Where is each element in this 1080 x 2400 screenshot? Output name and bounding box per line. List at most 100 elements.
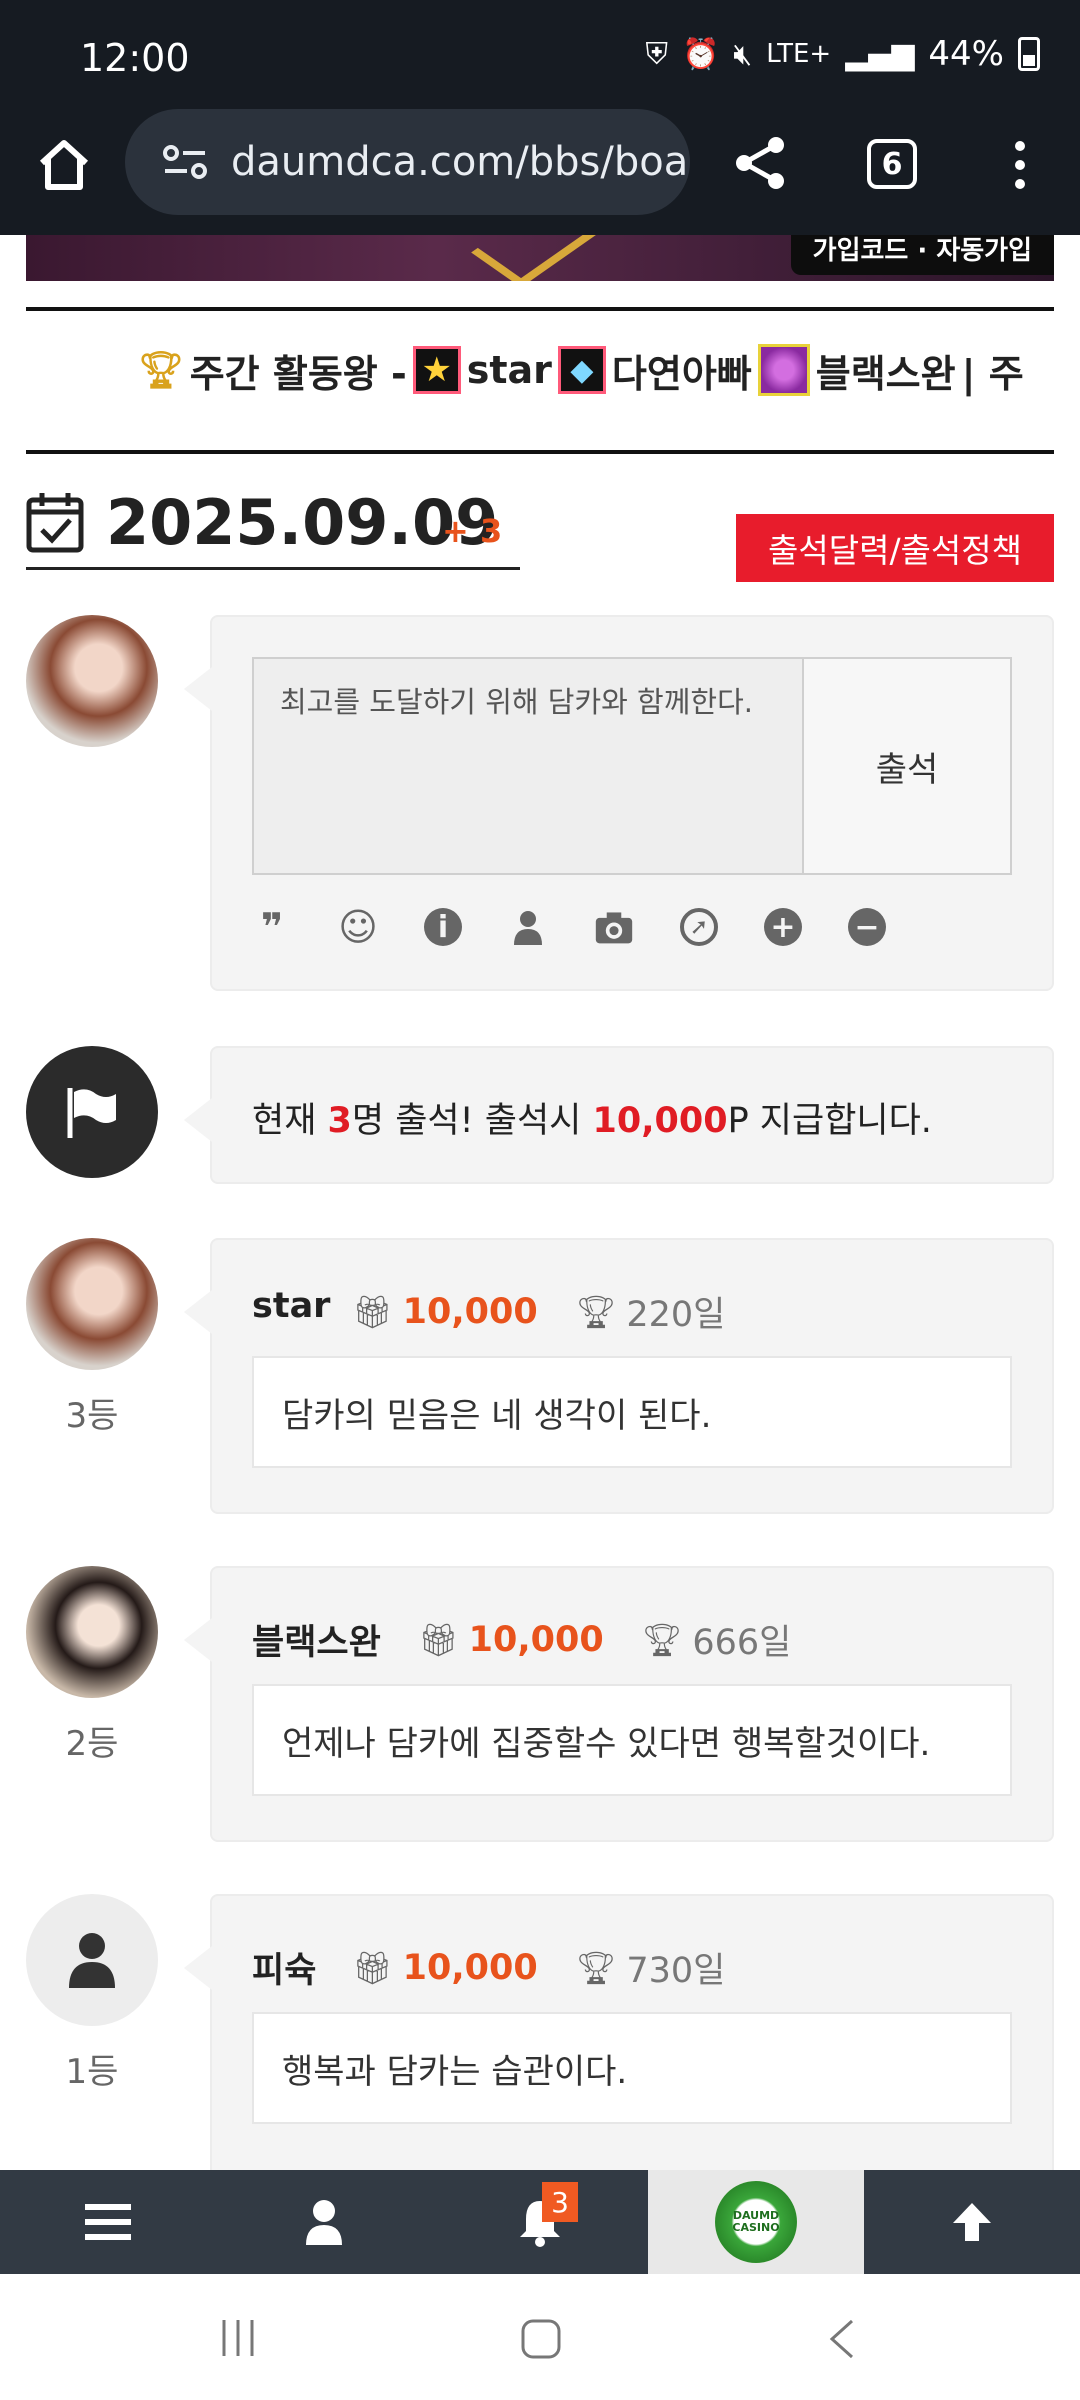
entry-points: 10,000 (402, 1947, 538, 1988)
nav-notifications-button[interactable] (432, 2170, 648, 2274)
user-icon[interactable] (508, 907, 548, 947)
attendance-notice: 현재 3명 출석! 출석시 10,000P 지급합니다. (252, 1101, 932, 1141)
bottom-navigation: 3 DAUMD CASINO (0, 2170, 1080, 2274)
entry-days: 220일 (626, 1295, 726, 1335)
entry-points: 10,000 (468, 1619, 604, 1660)
attendance-message-input[interactable]: 최고를 도달하기 위해 담카와 함께한다. (252, 657, 804, 875)
user-icon (306, 2200, 342, 2245)
address-bar[interactable]: daumdca.com/bbs/boa (125, 109, 690, 215)
entry-days: 666일 (692, 1623, 792, 1663)
composer-toolbar: ❞ ☺ i ➚ + − (252, 907, 886, 947)
network-label: LTE+ (766, 39, 832, 69)
add-icon[interactable]: + (764, 908, 802, 946)
user-avatar[interactable] (26, 1566, 158, 1698)
username[interactable]: 피슉 (252, 1942, 316, 1993)
attendee-count: 3 (327, 1101, 352, 1141)
nav-profile-button[interactable] (216, 2170, 432, 2274)
entry-meta: 🎁︎ 10,000 🏆︎ 730일 (352, 1942, 725, 1993)
hamburger-icon (85, 2204, 131, 2240)
mute-icon: 🔇︎ (733, 36, 753, 72)
status-time: 12:00 (80, 36, 190, 80)
recent-apps-icon[interactable] (218, 2318, 258, 2358)
username[interactable]: 블랙스완 (252, 1614, 381, 1665)
system-navigation-bar (0, 2274, 1080, 2400)
attendance-entry-card: 피슉 🎁︎ 10,000 🏆︎ 730일 행복과 담카는 습관이다. (184, 1894, 1054, 2184)
compass-icon[interactable]: ➚ (680, 908, 718, 946)
quote-icon[interactable]: ❞ (252, 907, 292, 947)
attendance-rank: 3등 (65, 1396, 119, 1436)
attendance-rank: 1등 (65, 2052, 119, 2092)
reward-points: 10,000 (592, 1101, 728, 1141)
entry-message: 행복과 담카는 습관이다. (252, 2012, 1012, 2124)
ticker-separator: | 주 (961, 351, 1024, 396)
weekly-activity-ticker: 🏆︎ 주간 활동왕 - ★ star ◆ 다연아빠 블랙스완 | 주 (138, 340, 1024, 400)
username[interactable]: star (252, 1286, 330, 1326)
attendance-notice-card: 현재 3명 출석! 출석시 10,000P 지급합니다. (184, 1046, 1054, 1184)
entry-meta: 🎁︎ 10,000 🏆︎ 220일 (352, 1286, 725, 1337)
camera-icon[interactable] (594, 907, 634, 947)
attend-submit-button[interactable]: 출석 (802, 657, 1012, 875)
more-menu-icon[interactable] (1000, 135, 1040, 195)
security-icon: ⛨ (645, 36, 668, 72)
entry-days: 730일 (626, 1951, 726, 1991)
entry-message: 담카의 믿음은 네 생각이 된다. (252, 1356, 1012, 1468)
flower-level-badge-icon (757, 344, 810, 396)
banner-badge: 가입코드 · 자동가입 (790, 235, 1054, 275)
attendance-plus-count: + 3 (442, 512, 503, 550)
share-icon[interactable] (730, 133, 790, 193)
attendance-entry-card: 블랙스완 🎁︎ 10,000 🏆︎ 666일 언제나 담카에 집중할수 있다면 행복… (184, 1566, 1054, 1842)
divider (26, 307, 1054, 311)
browser-toolbar: daumdca.com/bbs/boa 6 (0, 105, 1080, 235)
flag-icon (67, 1088, 116, 1138)
notification-count-badge: 3 (542, 2182, 578, 2222)
home-nav-icon[interactable] (520, 2318, 562, 2360)
ticker-user[interactable]: 다연아빠 (612, 343, 752, 398)
trophy-icon: 🏆︎ (575, 1948, 617, 1987)
remove-icon[interactable]: − (848, 908, 886, 946)
signal-icon: ▂▄▆ (845, 36, 915, 72)
attendance-date: 2025.09.09 (106, 486, 499, 559)
site-settings-icon[interactable] (161, 142, 209, 182)
back-icon[interactable] (826, 2318, 856, 2360)
battery-icon (1018, 37, 1040, 71)
my-avatar[interactable] (26, 615, 158, 747)
nav-menu-button[interactable] (0, 2170, 216, 2274)
attendance-composer-card: 최고를 도달하기 위해 담카와 함께한다. 출석 ❞ ☺ i ➚ + − (184, 615, 1054, 991)
arrow-up-icon (953, 2203, 991, 2241)
alarm-icon: ⏰ (681, 36, 720, 72)
default-avatar[interactable] (26, 1894, 158, 2026)
casino-logo: DAUMD CASINO (715, 2181, 797, 2263)
ticker-user[interactable]: star (467, 348, 552, 392)
gift-icon: 🎁︎ (418, 1620, 459, 1659)
attendance-entry-card: star 🎁︎ 10,000 🏆︎ 220일 담카의 믿음은 네 생각이 된다. (184, 1238, 1054, 1514)
tab-switcher-button[interactable]: 6 (867, 139, 917, 189)
info-icon[interactable]: i (424, 908, 462, 946)
attendance-rank: 2등 (65, 1724, 119, 1764)
user-avatar[interactable] (26, 1238, 158, 1370)
home-icon[interactable] (34, 135, 94, 195)
attendance-calendar-policy-button[interactable]: 출석달력/출석정책 (736, 514, 1054, 582)
entry-points: 10,000 (402, 1291, 538, 1332)
gift-icon: 🎁︎ (352, 1948, 393, 1987)
ticker-prefix: 주간 활동왕 - (189, 351, 407, 396)
attendance-date-row: 2025.09.09 + 3 (26, 480, 520, 570)
divider (26, 450, 1054, 454)
nav-home-logo[interactable]: DAUMD CASINO (648, 2170, 864, 2274)
trophy-icon: 🏆︎ (575, 1292, 617, 1331)
trophy-icon: 🏆︎ (138, 350, 184, 391)
promo-banner[interactable]: 가입코드 · 자동가입 (26, 235, 1054, 281)
diamond-level-badge-icon: ◆ (557, 346, 606, 394)
ticker-user[interactable]: 블랙스완 (816, 343, 956, 398)
gift-icon: 🎁︎ (352, 1292, 393, 1331)
emoji-icon[interactable]: ☺ (338, 907, 378, 947)
star-level-badge-icon: ★ (412, 346, 461, 394)
nav-scroll-top-button[interactable] (864, 2170, 1080, 2274)
url-text: daumdca.com/bbs/boa (231, 139, 689, 185)
entry-message: 언제나 담카에 집중할수 있다면 행복할것이다. (252, 1684, 1012, 1796)
banner-emblem (471, 235, 621, 281)
battery-text: 44% (928, 34, 1004, 74)
user-icon (69, 1933, 115, 1988)
trophy-icon: 🏆︎ (641, 1620, 683, 1659)
notice-avatar (26, 1046, 158, 1178)
calendar-icon (26, 493, 84, 553)
